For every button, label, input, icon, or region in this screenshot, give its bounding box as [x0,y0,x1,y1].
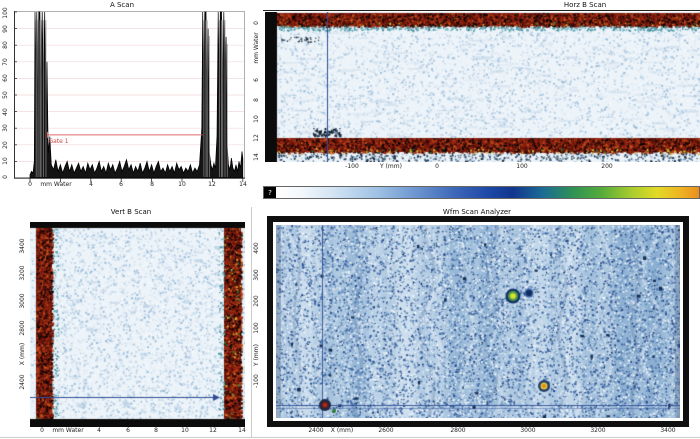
tick-label: 4 [97,428,101,434]
horz-b-scan-image[interactable] [265,12,700,162]
tick-label: -100 [254,374,260,388]
amplitude-colorbar: ? [263,186,700,199]
tick-label: 80 [3,41,9,49]
horz-b-scan-title: Horz B Scan [564,1,606,9]
tick-label: 4 [89,182,93,188]
tick-label: 200 [254,295,260,306]
tick-label: 200 [601,164,612,170]
wfm-scan-image[interactable] [276,225,680,418]
vert-b-scan-title: Vert B Scan [111,208,151,216]
tick-label: 3400 [20,238,26,253]
tick-label: 70 [3,58,9,66]
colorbar-null-glyph: ? [268,189,272,197]
tick-label: 50 [3,91,9,99]
scan-analysis-window: A Scan Gate 1 Horz B Scan ? Vert B Scan … [0,0,700,439]
tick-label: 300 [254,269,260,280]
tick-label: 8 [154,428,158,434]
tick-label: 100 [254,322,260,333]
tick-label: 14 [239,182,247,188]
tick-label: mm Water [254,32,260,63]
tick-label: 6 [254,78,260,82]
tick-label: 14 [254,153,260,161]
tick-label: 2800 [450,428,465,434]
tick-label: 6 [119,182,123,188]
panel-divider [251,207,252,438]
tick-label: X (mm) [20,343,26,365]
a-scan-title: A Scan [110,1,134,9]
tick-label: 40 [3,108,9,116]
tick-label: 3000 [20,293,26,308]
vert-b-scan-image[interactable] [30,222,245,427]
tick-label: 400 [254,242,260,253]
tick-label: 10 [254,115,260,123]
wfm-scan-frame [267,216,689,427]
svg-text:Gate 1: Gate 1 [48,138,68,145]
tick-label: 10 [178,182,186,188]
tick-label: 60 [3,74,9,82]
tick-label: 14 [238,428,246,434]
tick-label: mm Water [52,428,83,434]
tick-label: 12 [209,428,217,434]
tick-label: 10 [181,428,189,434]
horz-b-scan-top-border [263,10,700,11]
panel-divider [0,437,700,438]
tick-label: 100 [516,164,527,170]
tick-label: 12 [208,182,216,188]
tick-label: 100 [3,7,9,18]
tick-label: X (mm) [331,428,353,434]
tick-label: Y (mm) [254,344,260,366]
tick-label: 30 [3,124,9,132]
tick-label: 0 [435,164,439,170]
colorbar-null-swatch: ? [264,187,276,198]
tick-label: 0 [40,428,44,434]
tick-label: 2400 [20,374,26,389]
tick-label: Y (mm) [380,164,402,170]
tick-label: mm Water [40,182,71,188]
tick-label: 6 [126,428,130,434]
tick-label: 90 [3,25,9,33]
wfm-scan-title: Wfm Scan Analyzer [443,208,511,216]
tick-label: 0 [254,21,260,25]
tick-label: 12 [254,134,260,142]
tick-label: 8 [150,182,154,188]
tick-label: 2400 [308,428,323,434]
tick-label: 3200 [590,428,605,434]
tick-label: 3000 [520,428,535,434]
a-scan-plot[interactable]: Gate 1 [14,11,246,183]
tick-label: 8 [254,98,260,102]
tick-label: -100 [345,164,359,170]
tick-label: 2600 [378,428,393,434]
tick-label: 2800 [20,320,26,335]
tick-label: 3400 [660,428,675,434]
tick-label: 10 [3,157,9,165]
tick-label: 3200 [20,265,26,280]
tick-label: 0 [3,175,9,179]
tick-label: 20 [3,141,9,149]
tick-label: 0 [28,182,32,188]
colorbar-gradient [276,187,699,198]
